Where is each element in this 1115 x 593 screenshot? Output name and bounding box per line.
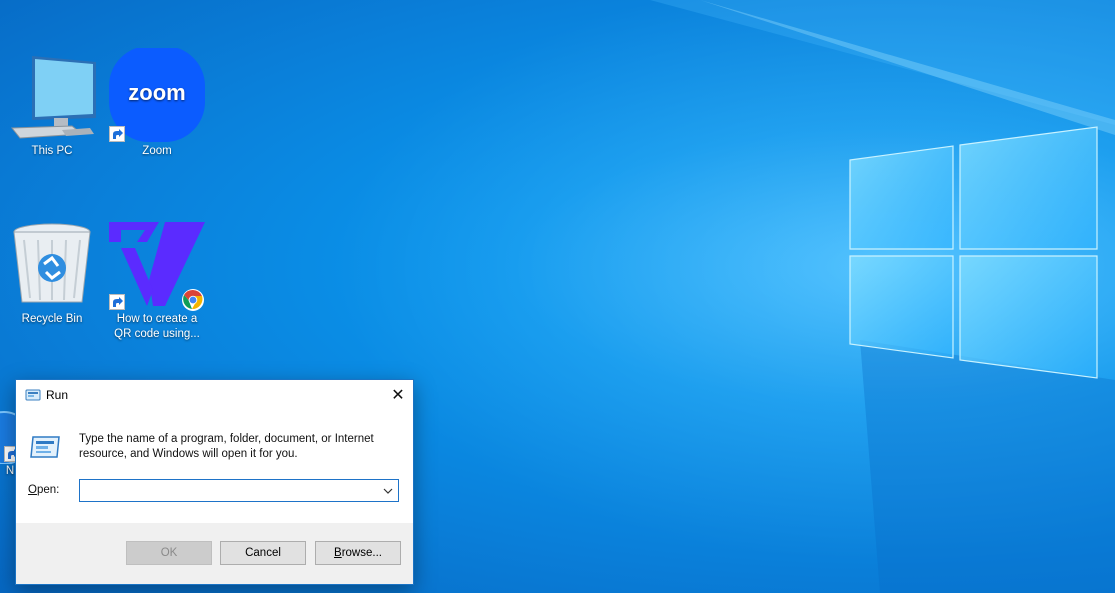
chrome-icon xyxy=(182,289,204,311)
ok-button[interactable]: OK xyxy=(126,541,212,565)
desktop-icon-label: Recycle Bin xyxy=(21,313,83,325)
run-titlebar[interactable]: Run ✕ xyxy=(16,380,413,410)
close-icon: ✕ xyxy=(391,387,405,404)
desktop-icon-this-pc[interactable]: This PC xyxy=(2,48,102,159)
ok-button-label: OK xyxy=(160,547,178,559)
desktop: This PC zoom Zoom Recycle Bin How to cre… xyxy=(0,0,1115,593)
recycle-bin-icon xyxy=(13,223,91,303)
desktop-icon-label-line2: QR code using... xyxy=(114,328,200,340)
desktop-icon-recycle-bin[interactable]: Recycle Bin xyxy=(2,220,102,327)
svg-text:zoom: zoom xyxy=(128,80,185,105)
open-label: Open: xyxy=(28,484,59,496)
desktop-icon-qr-code-shortcut[interactable]: How to create a QR code using... xyxy=(107,220,207,342)
open-label-rest: pen: xyxy=(36,484,60,496)
desktop-icon-label-line1: How to create a xyxy=(116,313,198,325)
browse-button[interactable]: Browse... xyxy=(315,541,401,565)
close-button[interactable]: ✕ xyxy=(383,380,413,410)
chevron-down-icon xyxy=(383,488,393,494)
run-icon xyxy=(25,389,41,401)
run-program-icon xyxy=(30,436,60,458)
desktop-icon-zoom[interactable]: zoom Zoom xyxy=(107,46,207,159)
browse-button-label-rest: rowse... xyxy=(341,547,382,559)
cancel-button-label: Cancel xyxy=(245,547,281,559)
open-dropdown-button[interactable] xyxy=(380,482,396,499)
desktop-icon-label: This PC xyxy=(31,145,73,157)
shortcut-arrow-icon xyxy=(109,294,125,310)
browse-button-mnemonic: B xyxy=(334,547,342,559)
run-dialog-title: Run xyxy=(46,388,69,402)
desktop-icon-label: Zoom xyxy=(142,145,172,157)
open-combobox[interactable] xyxy=(79,479,399,502)
open-input[interactable] xyxy=(82,481,376,502)
this-pc-icon xyxy=(10,56,96,139)
run-description: Type the name of a program, folder, docu… xyxy=(79,433,374,460)
run-dialog: Run ✕ Type the name of a program, folder… xyxy=(15,379,414,585)
shortcut-arrow-icon xyxy=(109,126,125,142)
cancel-button[interactable]: Cancel xyxy=(220,541,306,565)
open-label-mnemonic: O xyxy=(28,484,37,496)
